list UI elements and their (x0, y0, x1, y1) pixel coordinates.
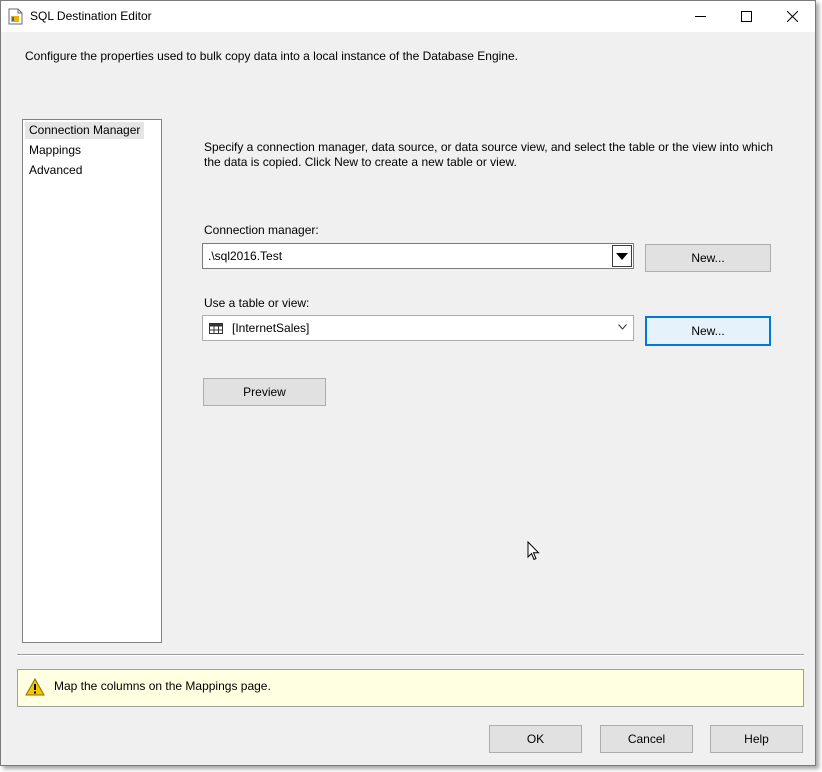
editor-description: Configure the properties used to bulk co… (25, 49, 518, 63)
warning-icon (25, 678, 45, 696)
new-table-button[interactable]: New... (645, 316, 771, 346)
chevron-down-icon[interactable] (618, 324, 627, 330)
message-bar: Map the columns on the Mappings page. (17, 669, 804, 707)
connection-manager-label: Connection manager: (204, 223, 319, 237)
table-grid-icon (209, 323, 223, 334)
connection-manager-value: .\sql2016.Test (208, 249, 283, 263)
help-button[interactable]: Help (710, 725, 803, 753)
table-or-view-dropdown[interactable]: [InternetSales] (202, 315, 634, 341)
triangle-down-icon (616, 252, 628, 260)
cancel-button[interactable]: Cancel (600, 725, 693, 753)
mouse-cursor-icon (527, 541, 540, 561)
message-text: Map the columns on the Mappings page. (54, 679, 271, 693)
nav-item-advanced[interactable]: Advanced (25, 162, 86, 179)
close-icon (786, 11, 798, 22)
connection-manager-dropdown[interactable]: .\sql2016.Test (202, 243, 634, 269)
footer-separator (17, 654, 804, 656)
ssis-app-icon (8, 8, 23, 25)
close-button[interactable] (769, 1, 815, 32)
title-bar[interactable]: SQL Destination Editor (1, 1, 815, 32)
new-connection-button[interactable]: New... (645, 244, 771, 272)
window-title: SQL Destination Editor (30, 9, 152, 23)
page-navigation-list[interactable]: Connection Manager Mappings Advanced (22, 119, 162, 643)
nav-item-connection-manager[interactable]: Connection Manager (25, 122, 145, 139)
minimize-button[interactable] (677, 1, 723, 32)
table-or-view-label: Use a table or view: (204, 296, 310, 310)
page-instructions: Specify a connection manager, data sourc… (204, 140, 773, 169)
connection-manager-dropdown-arrow[interactable] (612, 245, 632, 267)
table-or-view-value: [InternetSales] (232, 321, 310, 335)
minimize-icon (694, 16, 706, 17)
preview-button[interactable]: Preview (203, 378, 326, 406)
maximize-icon (740, 11, 752, 22)
ok-button[interactable]: OK (489, 725, 582, 753)
nav-item-mappings[interactable]: Mappings (25, 142, 85, 159)
sql-destination-editor-window: SQL Destination Editor Configure the pro… (0, 0, 816, 766)
maximize-button[interactable] (723, 1, 769, 32)
